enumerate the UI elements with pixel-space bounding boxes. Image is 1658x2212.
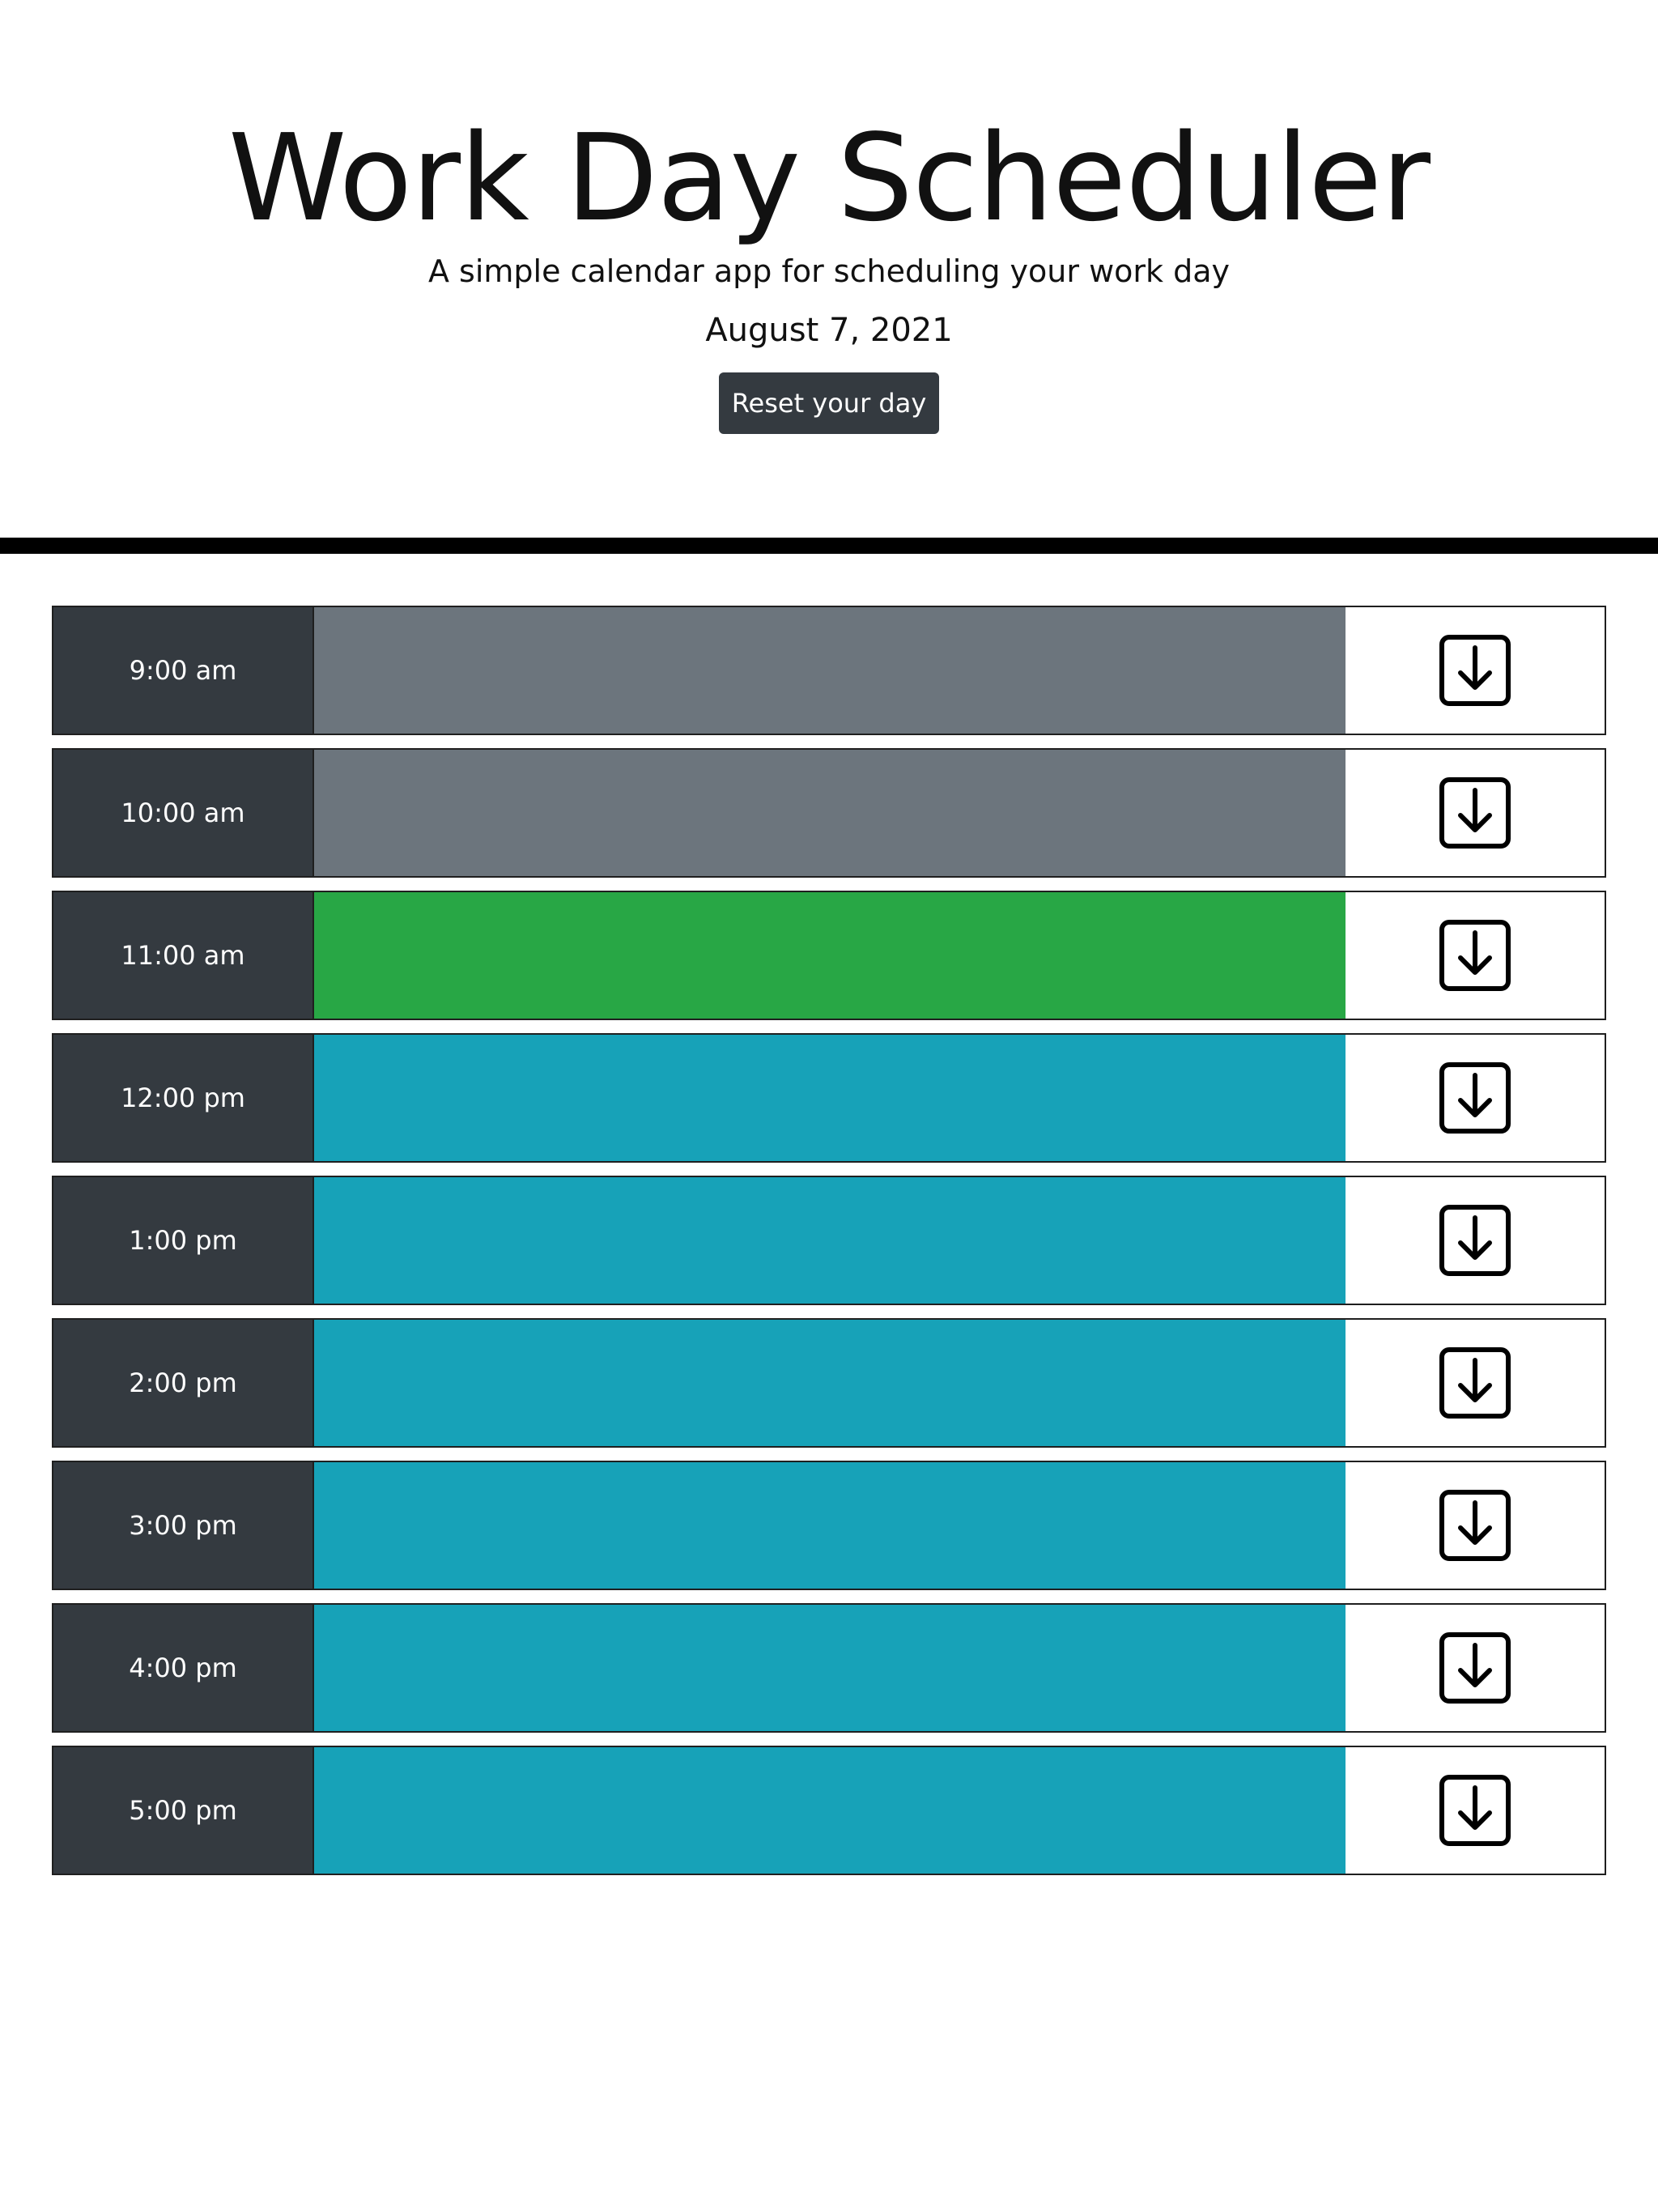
time-block-row: 3:00 pm [52,1461,1606,1590]
save-button[interactable] [1346,1035,1605,1161]
header-divider [0,538,1658,554]
hour-description-input[interactable] [314,750,1346,876]
current-date: August 7, 2021 [705,312,953,349]
page-subtitle: A simple calendar app for scheduling you… [427,253,1231,289]
time-block-row: 9:00 am [52,606,1606,735]
save-button[interactable] [1346,1605,1605,1731]
schedule-container: 9:00 am 10:00 am 11:00 am 12:00 pm 1:00 … [52,606,1606,1888]
hour-description-input[interactable] [314,1177,1346,1304]
hour-description-input[interactable] [314,1035,1346,1161]
hour-description-input[interactable] [314,1462,1346,1589]
reset-day-button[interactable]: Reset your day [719,372,939,434]
save-download-icon [1439,920,1511,991]
hour-description-input[interactable] [314,607,1346,734]
save-button[interactable] [1346,607,1605,734]
hour-description-input[interactable] [314,1605,1346,1731]
hour-label: 5:00 pm [53,1747,314,1874]
save-button[interactable] [1346,1462,1605,1589]
save-button[interactable] [1346,750,1605,876]
time-block-row: 5:00 pm [52,1746,1606,1875]
hour-label: 4:00 pm [53,1605,314,1731]
save-button[interactable] [1346,1320,1605,1446]
time-block-row: 11:00 am [52,891,1606,1020]
save-download-icon [1439,777,1511,849]
save-download-icon [1439,1632,1511,1704]
save-button[interactable] [1346,1747,1605,1874]
save-download-icon [1439,1205,1511,1276]
time-block-row: 12:00 pm [52,1033,1606,1163]
hour-label: 11:00 am [53,892,314,1019]
save-download-icon [1439,1062,1511,1134]
save-download-icon [1439,1490,1511,1561]
save-download-icon [1439,1347,1511,1419]
page-title: Work Day Scheduler [227,108,1431,248]
hour-label: 12:00 pm [53,1035,314,1161]
save-button[interactable] [1346,1177,1605,1304]
time-block-row: 10:00 am [52,748,1606,878]
time-block-row: 2:00 pm [52,1318,1606,1448]
time-block-row: 4:00 pm [52,1603,1606,1733]
hour-description-input[interactable] [314,1747,1346,1874]
hour-label: 10:00 am [53,750,314,876]
save-download-icon [1439,635,1511,706]
page-header: Work Day Scheduler A simple calendar app… [0,0,1658,538]
hour-label: 9:00 am [53,607,314,734]
hour-description-input[interactable] [314,892,1346,1019]
save-button[interactable] [1346,892,1605,1019]
hour-label: 1:00 pm [53,1177,314,1304]
save-download-icon [1439,1775,1511,1846]
hour-label: 2:00 pm [53,1320,314,1446]
hour-description-input[interactable] [314,1320,1346,1446]
hour-label: 3:00 pm [53,1462,314,1589]
time-block-row: 1:00 pm [52,1176,1606,1305]
